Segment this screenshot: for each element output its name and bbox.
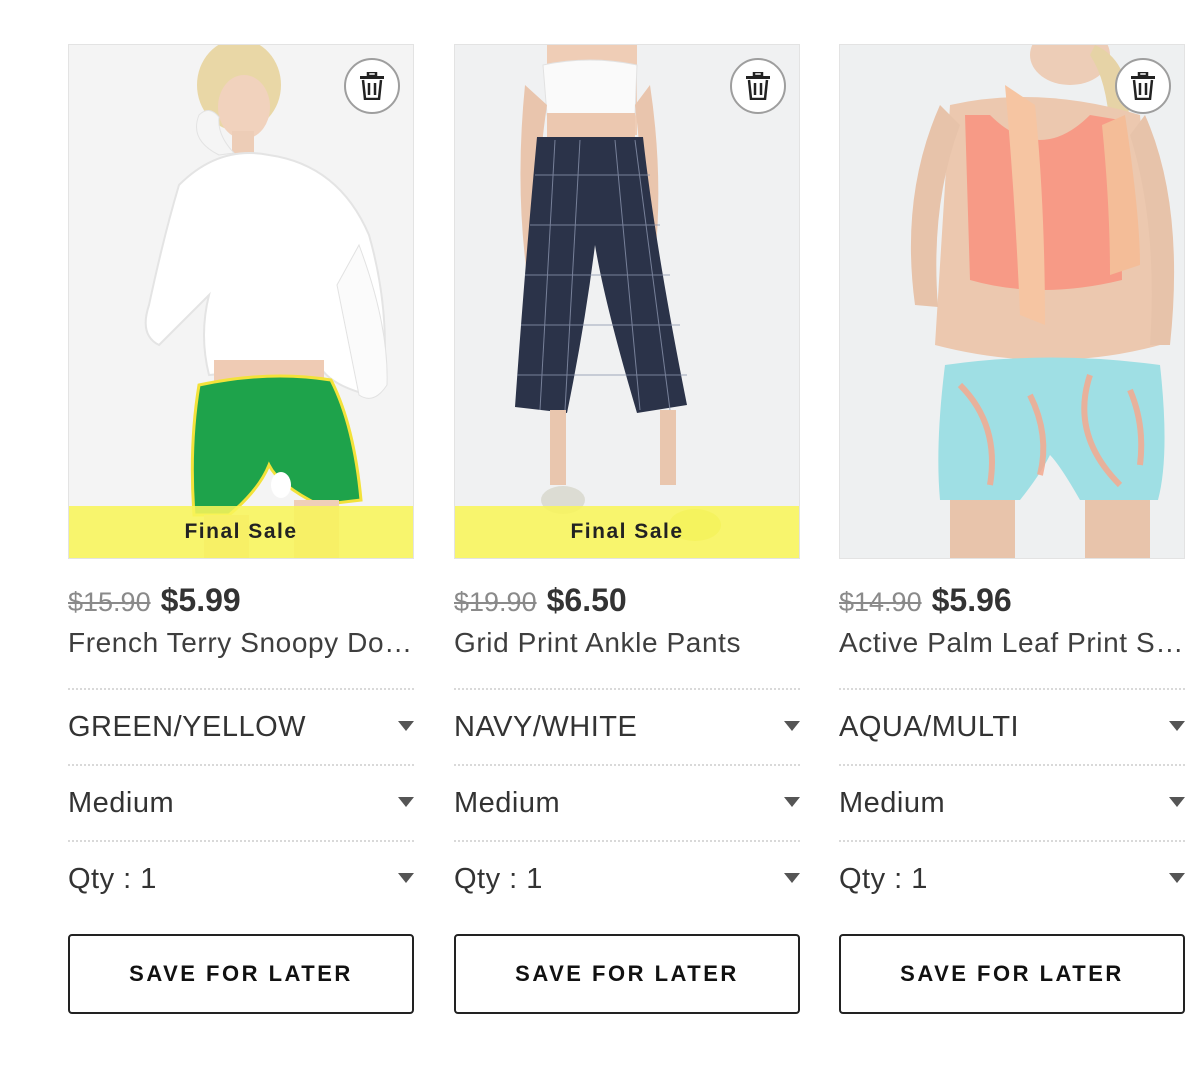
caret-down-icon: [398, 721, 414, 731]
trash-icon: [1131, 72, 1155, 100]
qty-select[interactable]: Qty : 1: [68, 840, 414, 916]
original-price: $19.90: [454, 587, 537, 617]
caret-down-icon: [784, 797, 800, 807]
product-name[interactable]: Active Palm Leaf Print Shorts: [839, 625, 1185, 661]
caret-down-icon: [784, 873, 800, 883]
price-row: $15.90 $5.99: [68, 581, 414, 619]
save-for-later-button[interactable]: SAVE FOR LATER: [68, 934, 414, 1014]
product-name[interactable]: French Terry Snoopy Dolphin Shorts: [68, 625, 414, 661]
qty-value: Qty : 1: [68, 862, 157, 895]
size-select[interactable]: Medium: [68, 764, 414, 840]
caret-down-icon: [1169, 721, 1185, 731]
color-select[interactable]: GREEN/YELLOW: [68, 688, 414, 764]
caret-down-icon: [398, 873, 414, 883]
save-for-later-button[interactable]: SAVE FOR LATER: [454, 934, 800, 1014]
remove-item-button[interactable]: [1115, 58, 1171, 114]
price-row: $19.90 $6.50: [454, 581, 800, 619]
save-for-later-button[interactable]: SAVE FOR LATER: [839, 934, 1185, 1014]
color-select[interactable]: NAVY/WHITE: [454, 688, 800, 764]
qty-value: Qty : 1: [839, 862, 928, 895]
caret-down-icon: [784, 721, 800, 731]
price-row: $14.90 $5.96: [839, 581, 1185, 619]
original-price: $14.90: [839, 587, 922, 617]
product-photo-model-white-sweatshirt-green-shorts: [69, 45, 413, 558]
qty-select[interactable]: Qty : 1: [839, 840, 1185, 916]
size-value: Medium: [839, 786, 946, 819]
remove-item-button[interactable]: [730, 58, 786, 114]
product-image[interactable]: Final Sale: [454, 44, 800, 559]
product-card: Final Sale $19.90 $6.50 Grid Print Ankle …: [454, 44, 800, 1014]
caret-down-icon: [398, 797, 414, 807]
color-select[interactable]: AQUA/MULTI: [839, 688, 1185, 764]
color-value: AQUA/MULTI: [839, 710, 1020, 743]
caret-down-icon: [1169, 797, 1185, 807]
color-value: GREEN/YELLOW: [68, 710, 307, 743]
caret-down-icon: [1169, 873, 1185, 883]
product-image[interactable]: Final Sale: [68, 44, 414, 559]
product-card: Final Sale $15.90 $5.99 French Terry Snoo…: [68, 44, 414, 1014]
size-value: Medium: [68, 786, 175, 819]
final-sale-badge: Final Sale: [69, 506, 413, 558]
qty-value: Qty : 1: [454, 862, 543, 895]
remove-item-button[interactable]: [344, 58, 400, 114]
product-name[interactable]: Grid Print Ankle Pants: [454, 625, 800, 661]
trash-icon: [746, 72, 770, 100]
size-value: Medium: [454, 786, 561, 819]
product-image[interactable]: [839, 44, 1185, 559]
sale-price: $5.96: [931, 582, 1012, 618]
product-grid: Final Sale $15.90 $5.99 French Terry Snoo…: [68, 44, 1201, 1044]
sale-price: $6.50: [546, 582, 627, 618]
color-value: NAVY/WHITE: [454, 710, 638, 743]
original-price: $15.90: [68, 587, 151, 617]
product-photo-model-grid-print-pants: [455, 45, 799, 558]
size-select[interactable]: Medium: [839, 764, 1185, 840]
product-photo-model-coral-bra-palm-shorts: [840, 45, 1184, 558]
qty-select[interactable]: Qty : 1: [454, 840, 800, 916]
trash-icon: [360, 72, 384, 100]
final-sale-badge: Final Sale: [455, 506, 799, 558]
size-select[interactable]: Medium: [454, 764, 800, 840]
sale-price: $5.99: [160, 582, 241, 618]
product-card: $14.90 $5.96 Active Palm Leaf Print Short…: [839, 44, 1185, 1014]
